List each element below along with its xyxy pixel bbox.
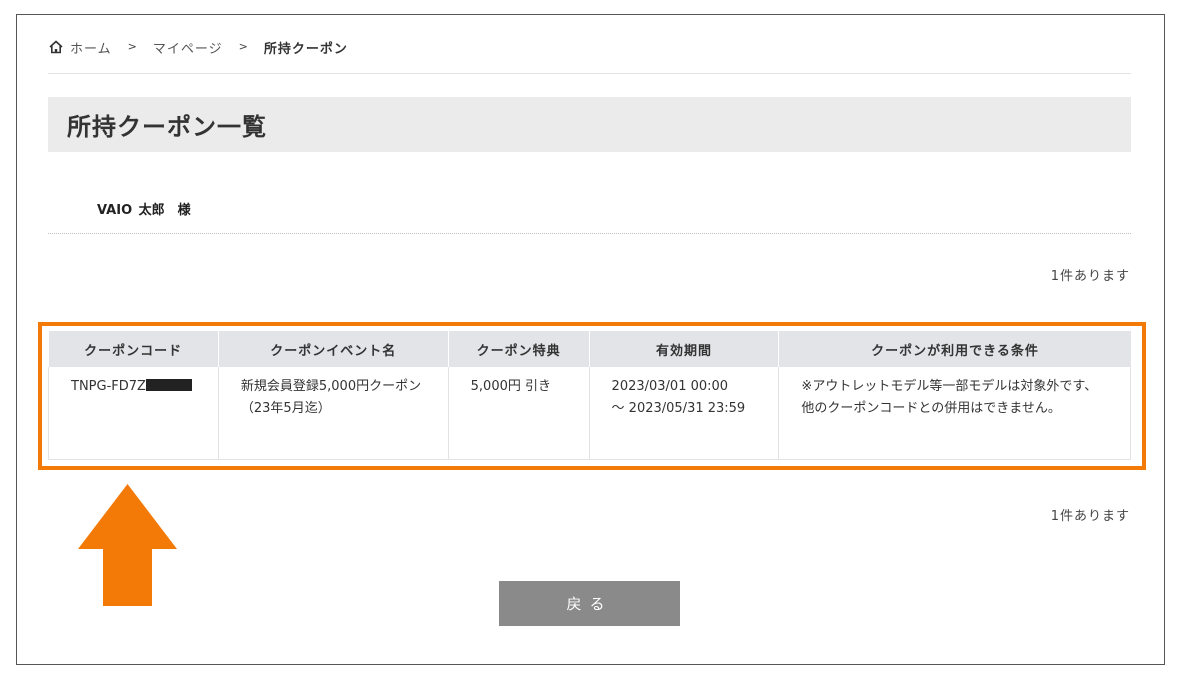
user-divider [48,233,1131,234]
column-header-period: 有効期間 [589,331,780,367]
breadcrumb-separator: > [127,40,137,53]
breadcrumb-mypage-link[interactable]: マイページ [153,38,223,57]
coupon-table: クーポンコード クーポンイベント名 クーポン特典 有効期間 クーポンが利用できる… [48,331,1131,460]
home-icon[interactable] [48,39,64,55]
result-count-bottom: 1件あります [1050,509,1130,524]
column-header-event-name: クーポンイベント名 [218,331,449,367]
benefit-cell: 5,000円 引き [448,367,590,460]
back-button[interactable]: 戻る [499,581,680,626]
period-end: ～ 2023/05/31 23:59 [611,401,746,416]
up-arrow-icon [78,484,177,606]
period-cell: 2023/03/01 00:00 ～ 2023/05/31 23:59 [589,367,780,460]
conditions-cell: ※アウトレットモデル等一部モデルは対象外です、他のクーポンコードとの併用はできま… [778,367,1131,460]
breadcrumb-separator: > [238,40,248,53]
breadcrumb-home-link[interactable]: ホーム [70,38,112,57]
breadcrumb: ホーム > マイページ > 所持クーポン [48,38,1131,74]
breadcrumb-current: 所持クーポン [263,42,348,57]
result-count-top: 1件あります [1050,269,1130,284]
redacted-block [145,379,192,391]
column-header-code: クーポンコード [48,331,219,367]
page-title-bar: 所持クーポン一覧 [48,97,1131,152]
column-header-conditions: クーポンが利用できる条件 [778,331,1131,367]
table-row: TNPG-FD7Z 新規会員登録5,000円クーポン（23年5月迄） 5,000… [48,367,1131,460]
column-header-benefit: クーポン特典 [448,331,590,367]
page-title: 所持クーポン一覧 [67,113,267,141]
coupon-code-cell: TNPG-FD7Z [48,367,219,460]
event-name-cell: 新規会員登録5,000円クーポン（23年5月迄） [218,367,449,460]
table-header-row: クーポンコード クーポンイベント名 クーポン特典 有効期間 クーポンが利用できる… [48,331,1131,367]
user-name: VAIO 太郎 様 [97,203,191,218]
period-start: 2023/03/01 00:00 [611,379,729,394]
coupon-code: TNPG-FD7Z [71,379,146,394]
